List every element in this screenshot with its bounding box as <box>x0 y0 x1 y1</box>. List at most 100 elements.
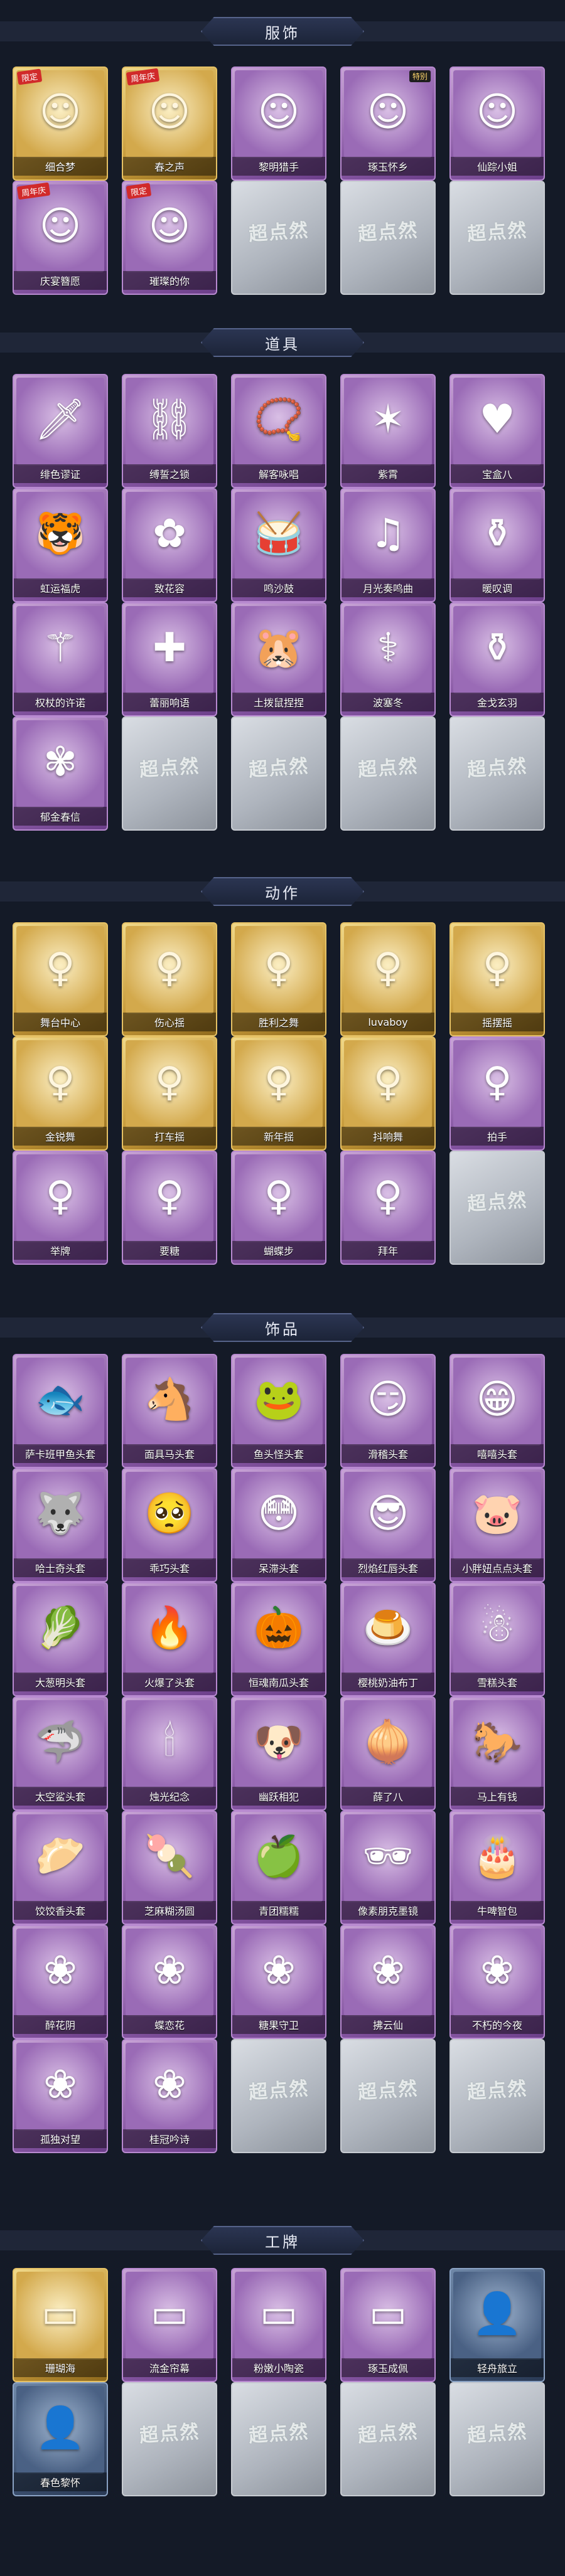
item-card[interactable]: ❀ 蝶恋花 <box>122 1925 217 2039</box>
item-card[interactable]: ♀ 摇摆摇 <box>449 922 545 1036</box>
item-card[interactable]: ♀ 胜利之舞 <box>231 922 326 1036</box>
item-card[interactable]: 🥬 大葱明头套 <box>13 1582 108 1696</box>
item-card[interactable]: 😁 嘻嘻头套 <box>449 1354 545 1468</box>
item-card[interactable]: ❀ 孤独对望 <box>13 2039 108 2153</box>
item-card[interactable]: 🐶 幽跃相犯 <box>231 1696 326 1811</box>
item-card[interactable]: ♀ 拍手 <box>449 1036 545 1151</box>
item-card[interactable]: 🍏 青团糯糯 <box>231 1811 326 1925</box>
locked-item-card[interactable]: 超点然 <box>449 716 545 831</box>
locked-item-card[interactable]: 超点然 <box>340 716 436 831</box>
chain-icon: ⛓ <box>144 397 195 443</box>
item-card[interactable]: ⛓ 缚誓之锁 <box>122 374 217 488</box>
item-card[interactable]: ♀ 举牌 <box>13 1151 108 1265</box>
item-card[interactable]: ⚕ 波塞冬 <box>340 602 436 716</box>
item-card[interactable]: 🎂 牛啤智包 <box>449 1811 545 1925</box>
item-card[interactable]: ▭ 粉嫩小陶瓷 <box>231 2268 326 2382</box>
item-card[interactable]: 🐺 哈士奇头套 <box>13 1468 108 1582</box>
item-card[interactable]: ⚱ 金戈玄羽 <box>449 602 545 716</box>
item-card[interactable]: ❀ 拂云仙 <box>340 1925 436 2039</box>
locked-item-card[interactable]: 超点然 <box>340 181 436 295</box>
locked-item-card[interactable]: 超点然 <box>231 181 326 295</box>
item-card[interactable]: ❀ 桂冠吟诗 <box>122 2039 217 2153</box>
item-card[interactable]: 🐟 萨卡班甲鱼头套 <box>13 1354 108 1468</box>
locked-item-card[interactable]: 超点然 <box>340 2382 436 2496</box>
item-card[interactable]: ♀ 伤心揺 <box>122 922 217 1036</box>
item-card[interactable]: 🎃 恒魂南瓜头套 <box>231 1582 326 1696</box>
item-card[interactable]: 😳 呆滞头套 <box>231 1468 326 1582</box>
item-card[interactable]: ☺ 庆宴簪愿 周年庆 <box>13 181 108 295</box>
item-card[interactable]: ♀ 打车揺 <box>122 1036 217 1151</box>
locked-item-card[interactable]: 超点然 <box>449 2039 545 2153</box>
item-label: 像素朋克墨镜 <box>342 1901 434 1920</box>
item-card[interactable]: ☺ 璀璨的你 限定 <box>122 181 217 295</box>
item-card[interactable]: ☺ 春之声 周年庆 <box>122 67 217 181</box>
locked-item-card[interactable]: 超点然 <box>231 716 326 831</box>
dog-icon: 🐺 <box>35 1491 85 1537</box>
emoji-icon: 😁 <box>476 1376 519 1423</box>
item-label: 蝶恋花 <box>123 2015 216 2034</box>
item-card[interactable]: 🕶 像素朋克墨镜 <box>340 1811 436 1925</box>
item-card[interactable]: ❀ 糖果守卫 <box>231 1925 326 2039</box>
item-card[interactable]: 🐎 马上有钱 <box>449 1696 545 1811</box>
item-card[interactable]: ♀ 蝴蝶步 <box>231 1151 326 1265</box>
item-card[interactable]: ✶ 紫霄 <box>340 374 436 488</box>
item-card[interactable]: ❀ 醉花阴 <box>13 1925 108 2039</box>
item-card[interactable]: 🐸 鱼头怪头套 <box>231 1354 326 1468</box>
item-card[interactable]: ♀ 要糖 <box>122 1151 217 1265</box>
item-card[interactable]: ☺ 仙踪小姐 <box>449 67 545 181</box>
locked-item-card[interactable]: 超点然 <box>449 181 545 295</box>
item-card[interactable]: ⚱ 暖叹调 <box>449 488 545 602</box>
item-card[interactable]: ♀ 新年揺 <box>231 1036 326 1151</box>
locked-item-card[interactable]: 超点然 <box>449 1151 545 1265</box>
item-card[interactable]: ♫ 月光奏鸣曲 <box>340 488 436 602</box>
item-card[interactable]: ⚚ 权杖的许诺 <box>13 602 108 716</box>
item-card[interactable]: 📿 解客咏唱 <box>231 374 326 488</box>
item-card[interactable]: ♀ 抖响舞 <box>340 1036 436 1151</box>
item-card[interactable]: ☺ 细合梦 限定 <box>13 67 108 181</box>
item-card[interactable]: 👤 轻舟旅立 <box>449 2268 545 2382</box>
item-card[interactable]: ▭ 琢玉成佩 <box>340 2268 436 2382</box>
locked-item-card[interactable]: 超点然 <box>340 2039 436 2153</box>
item-card[interactable]: ♀ 拜年 <box>340 1151 436 1265</box>
item-label: 小胖妞点点头套 <box>451 1558 544 1577</box>
item-card[interactable]: ❀ 不朽的今夜 <box>449 1925 545 2039</box>
locked-item-card[interactable]: 超点然 <box>449 2382 545 2496</box>
item-card[interactable]: 🐯 虹运福虎 <box>13 488 108 602</box>
item-card[interactable]: ✿ 致花容 <box>122 488 217 602</box>
item-card[interactable]: ✚ 蕾丽响语 <box>122 602 217 716</box>
item-card[interactable]: 🍡 芝麻糊汤圆 <box>122 1811 217 1925</box>
item-card[interactable]: 🕯 烛光纪念 <box>122 1696 217 1811</box>
locked-item-card[interactable]: 超点然 <box>122 716 217 831</box>
item-card[interactable]: ☺ 琢玉怀乡 特别 <box>340 67 436 181</box>
item-card[interactable]: 🥺 乖巧头套 <box>122 1468 217 1582</box>
locked-item-card[interactable]: 超点然 <box>231 2382 326 2496</box>
item-card[interactable]: 🥁 鸣沙鼓 <box>231 488 326 602</box>
item-card[interactable]: ☺ 黎明猎手 <box>231 67 326 181</box>
sword-icon: 🗡 <box>35 397 86 443</box>
locked-item-card[interactable]: 超点然 <box>122 2382 217 2496</box>
item-card[interactable]: 😏 滑稽头套 <box>340 1354 436 1468</box>
item-card[interactable]: ♥ 宝盒八 <box>449 374 545 488</box>
pose-icon: ♀ <box>264 1173 294 1220</box>
item-card[interactable]: ✾ 郁金春信 <box>13 716 108 831</box>
item-card[interactable]: 🐷 小胖妞点点头套 <box>449 1468 545 1582</box>
item-card[interactable]: 🦈 太空鲨头套 <box>13 1696 108 1811</box>
item-card[interactable]: ▭ 流金帘幕 <box>122 2268 217 2382</box>
item-card[interactable]: 🍮 樱桃奶油布丁 <box>340 1582 436 1696</box>
item-card[interactable]: ☃ 雪糕头套 <box>449 1582 545 1696</box>
item-card[interactable]: 🗡 绯色谬证 <box>13 374 108 488</box>
item-card[interactable]: 👤 春色黎怀 <box>13 2382 108 2496</box>
item-card[interactable]: 🐹 土拨鼠捏捏 <box>231 602 326 716</box>
item-card[interactable]: 🔥 火爆了头套 <box>122 1582 217 1696</box>
item-card[interactable]: 🐴 面具马头套 <box>122 1354 217 1468</box>
locked-item-card[interactable]: 超点然 <box>231 2039 326 2153</box>
item-card[interactable]: ♀ 舞台中心 <box>13 922 108 1036</box>
item-card[interactable]: 😎 烈焰红唇头套 <box>340 1468 436 1582</box>
item-card[interactable]: ♀ luvaboy <box>340 922 436 1036</box>
snowman-icon: ☃ <box>479 1605 515 1651</box>
item-card[interactable]: 🥟 饺饺香头套 <box>13 1811 108 1925</box>
item-card[interactable]: ▭ 珊瑚海 <box>13 2268 108 2382</box>
item-card[interactable]: 🧅 薛了八 <box>340 1696 436 1811</box>
item-card[interactable]: ♀ 金锐舞 <box>13 1036 108 1151</box>
pumpkin-icon: 🎃 <box>254 1605 304 1651</box>
